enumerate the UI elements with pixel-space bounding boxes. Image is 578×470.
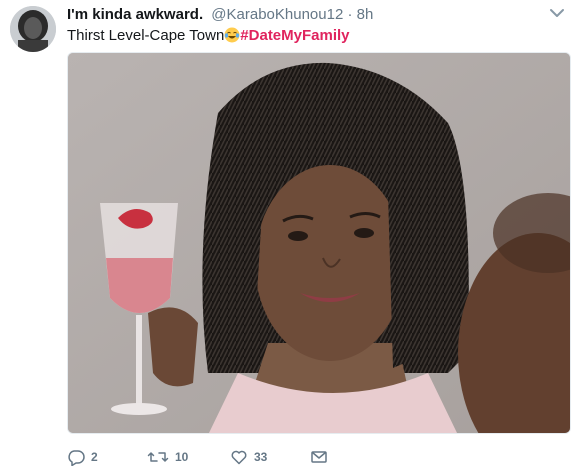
heart-icon bbox=[230, 448, 248, 466]
retweet-button[interactable]: 10 bbox=[147, 446, 188, 468]
tweet-card[interactable]: I'm kinda awkward. @KaraboKhunou12 · 8h … bbox=[0, 0, 578, 470]
tweet-text: Thirst Level-Cape Town #DateMyFamily bbox=[67, 26, 350, 46]
retweet-icon bbox=[147, 448, 169, 466]
laughing-emoji-icon bbox=[224, 27, 240, 43]
avatar[interactable] bbox=[10, 6, 56, 52]
reply-icon bbox=[67, 448, 85, 466]
avatar-image bbox=[10, 6, 56, 52]
separator-dot: · bbox=[347, 6, 353, 23]
retweet-count: 10 bbox=[175, 450, 189, 464]
tweet-text-body: Thirst Level-Cape Town bbox=[67, 27, 225, 44]
direct-message-button[interactable] bbox=[310, 446, 328, 468]
like-count: 33 bbox=[254, 450, 268, 464]
chevron-down-icon[interactable] bbox=[548, 6, 566, 20]
hashtag-link[interactable]: #DateMyFamily bbox=[240, 27, 349, 44]
tweet-header: I'm kinda awkward. @KaraboKhunou12 · 8h bbox=[67, 6, 373, 24]
reply-button[interactable]: 2 bbox=[67, 446, 98, 468]
reply-count: 2 bbox=[91, 450, 98, 464]
photo-image bbox=[68, 53, 570, 433]
envelope-icon bbox=[310, 448, 328, 466]
tweet-photo[interactable] bbox=[67, 52, 571, 434]
like-button[interactable]: 33 bbox=[230, 446, 267, 468]
timestamp[interactable]: 8h bbox=[357, 6, 374, 23]
display-name[interactable]: I'm kinda awkward. bbox=[67, 6, 203, 23]
user-handle[interactable]: @KaraboKhunou12 bbox=[211, 6, 343, 23]
